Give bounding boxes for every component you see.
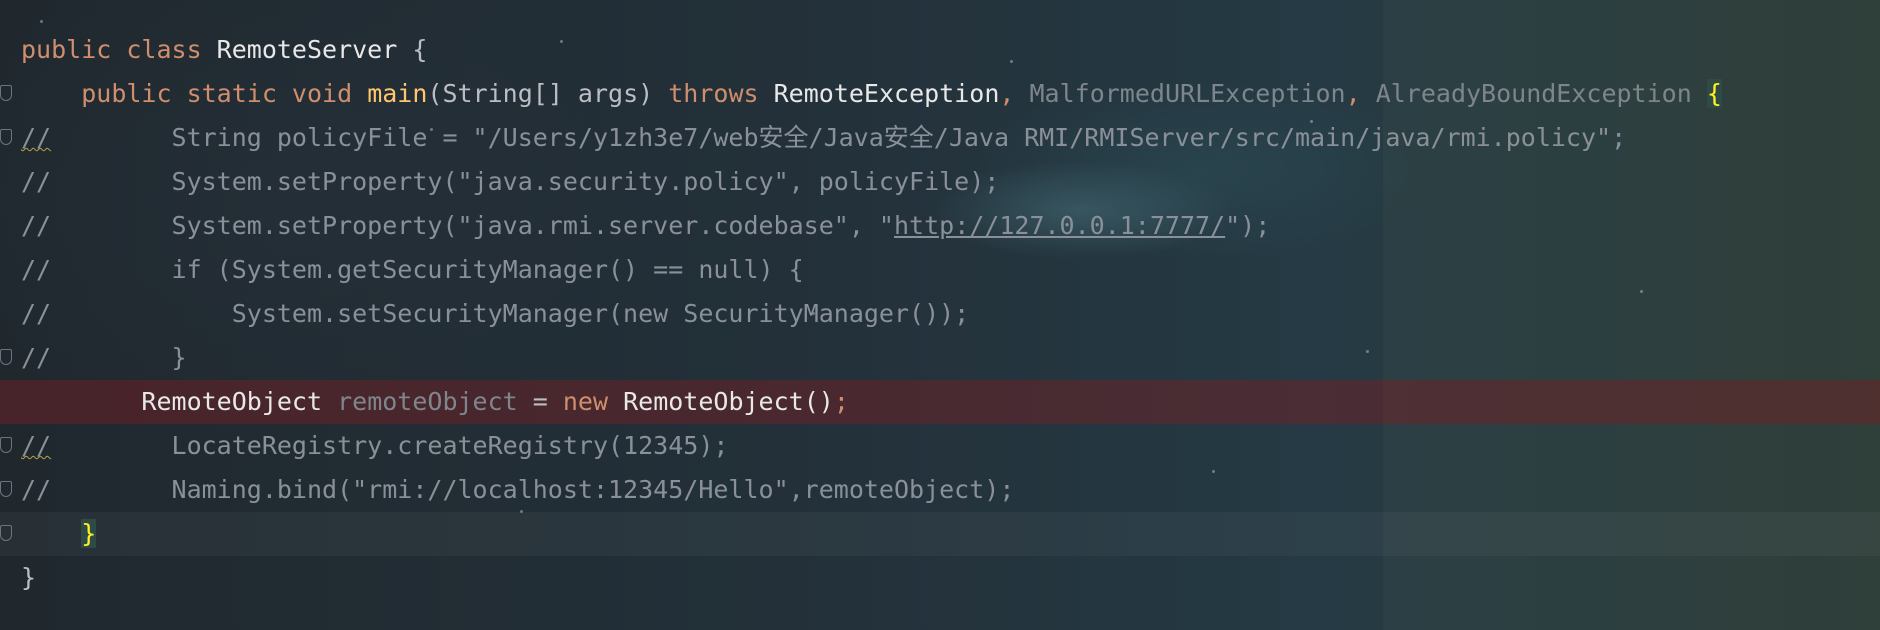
keyword: new xyxy=(562,387,624,416)
comment-text: System.setSecurityManager(new SecurityMa… xyxy=(51,299,970,328)
variable-name: remoteObject xyxy=(337,387,518,416)
fold-icon[interactable] xyxy=(0,437,12,453)
comment-marker: // xyxy=(21,431,52,460)
comment-marker: // xyxy=(21,167,52,196)
comment-text: Naming.bind("rmi://localhost:12345/Hello… xyxy=(51,475,1015,504)
exception-name: MalformedURLException xyxy=(1029,79,1346,108)
comment-marker: // xyxy=(21,123,52,152)
comment-text: System.setProperty("java.rmi.server.code… xyxy=(51,211,894,240)
code-line-7[interactable]: // System.setSecurityManager(new Securit… xyxy=(0,292,1880,336)
code-line-13[interactable]: } xyxy=(0,556,1880,600)
code-text: (String[] args) xyxy=(427,79,669,108)
comment-text: if (System.getSecurityManager() == null)… xyxy=(51,255,804,284)
code-line-2[interactable]: public static void main(String[] args) t… xyxy=(0,72,1880,116)
keyword: public static void xyxy=(81,79,368,108)
comment-marker: // xyxy=(21,475,52,504)
comment-marker: // xyxy=(21,299,52,328)
fold-icon[interactable] xyxy=(0,129,12,145)
code-text: { xyxy=(397,35,428,64)
exception-name: AlreadyBoundException xyxy=(1375,79,1692,108)
method-name: main xyxy=(367,79,428,108)
class-name: RemoteServer xyxy=(216,35,398,64)
code-text: , xyxy=(1345,79,1376,108)
code-line-8[interactable]: // } xyxy=(0,336,1880,380)
code-line-9[interactable]: RemoteObject remoteObject = new RemoteOb… xyxy=(0,380,1880,424)
code-line-6[interactable]: // if (System.getSecurityManager() == nu… xyxy=(0,248,1880,292)
code-line-11[interactable]: // Naming.bind("rmi://localhost:12345/He… xyxy=(0,468,1880,512)
fold-icon[interactable] xyxy=(0,525,12,541)
exception-name: RemoteException xyxy=(773,79,1000,108)
closing-brace: } xyxy=(21,563,37,592)
fold-icon[interactable] xyxy=(0,481,12,497)
brace-match: } xyxy=(81,519,97,548)
comment-marker: // xyxy=(21,343,52,372)
code-text: = xyxy=(517,387,563,416)
code-area[interactable]: public class RemoteServer { public stati… xyxy=(0,28,1880,600)
code-line-5[interactable]: // System.setProperty("java.rmi.server.c… xyxy=(0,204,1880,248)
code-text: , xyxy=(999,79,1030,108)
keyword: throws xyxy=(668,79,774,108)
background-star xyxy=(40,20,43,23)
comment-text: LocateRegistry.createRegistry(12345); xyxy=(51,431,729,460)
code-line-10[interactable]: // LocateRegistry.createRegistry(12345); xyxy=(0,424,1880,468)
type-name: RemoteObject xyxy=(141,387,338,416)
url-link[interactable]: http://127.0.0.1:7777/ xyxy=(894,211,1225,240)
comment-marker: // xyxy=(21,255,52,284)
code-line-4[interactable]: // System.setProperty("java.security.pol… xyxy=(0,160,1880,204)
fold-icon[interactable] xyxy=(0,349,12,365)
comment-marker: // xyxy=(21,211,52,240)
comment-text: "); xyxy=(1225,211,1271,240)
semicolon: ; xyxy=(833,387,849,416)
code-line-12[interactable]: } xyxy=(0,512,1880,556)
fold-icon[interactable] xyxy=(0,85,12,101)
keyword: public class xyxy=(21,35,217,64)
comment-text: System.setProperty("java.security.policy… xyxy=(51,167,1000,196)
code-editor[interactable]: public class RemoteServer { public stati… xyxy=(0,0,1880,630)
comment-text: String policyFile = "/Users/y1zh3e7/web安… xyxy=(51,123,1627,152)
brace-match: { xyxy=(1706,79,1722,108)
constructor-call: RemoteObject() xyxy=(623,387,834,416)
code-line-1[interactable]: public class RemoteServer { xyxy=(0,28,1880,72)
comment-text: } xyxy=(51,343,187,372)
code-line-3[interactable]: // String policyFile = "/Users/y1zh3e7/w… xyxy=(0,116,1880,160)
